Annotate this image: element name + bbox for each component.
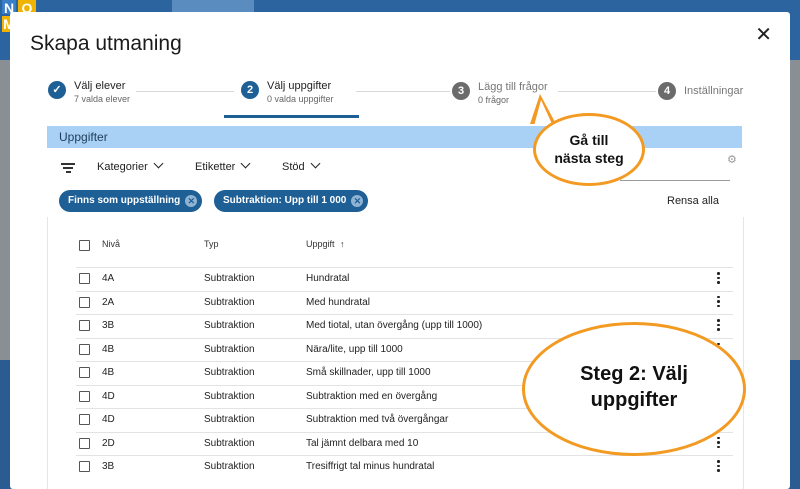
step-sublabel: 7 valda elever <box>74 94 131 104</box>
callout-line: Steg 2: Välj <box>580 363 688 385</box>
tags-dropdown-label: Etiketter <box>195 161 236 173</box>
cell-level: 4A <box>102 273 115 284</box>
more-options-icon[interactable] <box>717 272 720 286</box>
step-label: Lägg till frågor <box>478 81 548 93</box>
callout-line: uppgifter <box>590 389 678 411</box>
callout-line: nästa steg <box>554 150 624 166</box>
active-step-indicator <box>224 115 359 118</box>
cell-task: Hundratal <box>306 273 350 284</box>
cell-type: Subtraktion <box>204 343 255 355</box>
more-options-icon[interactable] <box>717 460 720 474</box>
cell-level: 2A <box>102 296 115 308</box>
cell-task: Tal jämnt delbara med 10 <box>306 437 419 449</box>
column-header-type[interactable]: Typ <box>204 239 219 249</box>
sort-arrow-icon: ↑ <box>340 239 345 249</box>
more-options-icon[interactable] <box>717 319 720 333</box>
tags-dropdown[interactable]: Etiketter <box>195 158 251 173</box>
more-options-icon[interactable] <box>717 295 720 310</box>
row-checkbox[interactable] <box>79 343 90 355</box>
column-header-task[interactable]: Uppgift ↑ <box>306 239 345 249</box>
stepper-line-2 <box>356 91 450 92</box>
table-row[interactable]: 4A Subtraktion Hundratal <box>76 267 733 291</box>
filter-chip[interactable]: Finns som uppställning ✕ <box>59 190 203 212</box>
filter-icon[interactable] <box>61 163 75 173</box>
cell-type: Subtraktion <box>204 461 255 472</box>
cell-level: 4B <box>102 367 115 378</box>
cell-type: Subtraktion <box>204 414 255 425</box>
chip-label: Subtraktion: Upp till 1 000 <box>223 195 347 206</box>
cell-task: Med hundratal <box>306 296 370 308</box>
stepper-line-1 <box>136 91 234 92</box>
cell-task: Små skillnader, upp till 1000 <box>306 367 431 378</box>
gear-icon[interactable]: ⚙ <box>727 153 737 166</box>
cell-level: 4B <box>102 343 115 355</box>
step-label: Välj uppgifter <box>267 80 332 92</box>
cell-type: Subtraktion <box>204 390 255 402</box>
support-dropdown-label: Stöd <box>282 161 305 173</box>
cell-task: Med tiotal, utan övergång (upp till 1000… <box>306 320 483 331</box>
table-row[interactable]: 3B Subtraktion Tresiffrigt tal minus hundr… <box>76 455 733 479</box>
chip-label: Finns som uppställning <box>68 195 181 206</box>
row-checkbox[interactable] <box>79 320 90 331</box>
clear-all-button[interactable]: Rensa alla <box>667 195 719 207</box>
step-label: Inställningar <box>684 85 744 97</box>
step2-callout: Steg 2: Välj uppgifter <box>522 322 746 456</box>
search-input[interactable] <box>620 180 730 181</box>
cell-level: 3B <box>102 461 115 472</box>
cell-level: 2D <box>102 437 115 449</box>
close-icon[interactable]: ✕ <box>755 22 772 47</box>
stepper-line-3 <box>558 91 656 92</box>
row-checkbox[interactable] <box>79 437 90 449</box>
cell-type: Subtraktion <box>204 320 255 331</box>
cell-type: Subtraktion <box>204 273 255 284</box>
step-sublabel: 0 frågor <box>478 95 510 105</box>
step-number: 2 <box>241 81 259 99</box>
step-number: 3 <box>452 82 470 100</box>
cell-type: Subtraktion <box>204 296 255 308</box>
cell-level: 4D <box>102 390 115 402</box>
row-checkbox[interactable] <box>79 461 90 472</box>
check-icon: ✓ <box>48 81 66 99</box>
chip-remove-icon[interactable]: ✕ <box>351 195 364 207</box>
row-checkbox[interactable] <box>79 414 90 425</box>
row-checkbox[interactable] <box>79 390 90 402</box>
chevron-down-icon <box>153 158 164 169</box>
cell-level: 4D <box>102 414 115 425</box>
section-title: Uppgifter <box>59 130 108 144</box>
background-active-tab <box>172 0 254 12</box>
next-step-callout: Gå till nästa steg <box>533 113 645 186</box>
category-dropdown[interactable]: Kategorier <box>97 158 164 173</box>
category-dropdown-label: Kategorier <box>97 161 148 173</box>
create-challenge-dialog: Skapa utmaning ✕ ✓ Välj elever 7 valda e… <box>10 12 790 489</box>
select-all-checkbox[interactable] <box>79 240 90 251</box>
table-header: Nivå Typ Uppgift ↑ <box>48 217 743 267</box>
row-checkbox[interactable] <box>79 367 90 378</box>
row-checkbox[interactable] <box>79 296 90 308</box>
cell-task: Subtraktion med en övergång <box>306 390 438 402</box>
step-label: Välj elever <box>74 80 126 92</box>
chip-remove-icon[interactable]: ✕ <box>185 195 198 207</box>
filter-chip[interactable]: Subtraktion: Upp till 1 000 ✕ <box>214 190 369 212</box>
cell-type: Subtraktion <box>204 367 255 378</box>
dialog-title: Skapa utmaning <box>30 32 182 55</box>
table-row[interactable]: 2A Subtraktion Med hundratal <box>76 290 733 315</box>
cell-level: 3B <box>102 320 115 331</box>
cell-type: Subtraktion <box>204 437 255 449</box>
step-number: 4 <box>658 82 676 100</box>
chevron-down-icon <box>310 158 321 169</box>
cell-task: Subtraktion med två övergångar <box>306 414 449 425</box>
callout-line: Gå till <box>569 132 609 148</box>
step-sublabel: 0 valda uppgifter <box>267 94 334 104</box>
row-checkbox[interactable] <box>79 273 90 284</box>
cell-task: Nära/lite, upp till 1000 <box>306 343 403 355</box>
column-header-level[interactable]: Nivå <box>102 239 120 249</box>
support-dropdown[interactable]: Stöd <box>282 158 321 173</box>
column-header-task-label: Uppgift <box>306 239 335 249</box>
chevron-down-icon <box>240 158 251 169</box>
cell-task: Tresiffrigt tal minus hundratal <box>306 461 435 472</box>
more-options-icon[interactable] <box>717 436 720 451</box>
